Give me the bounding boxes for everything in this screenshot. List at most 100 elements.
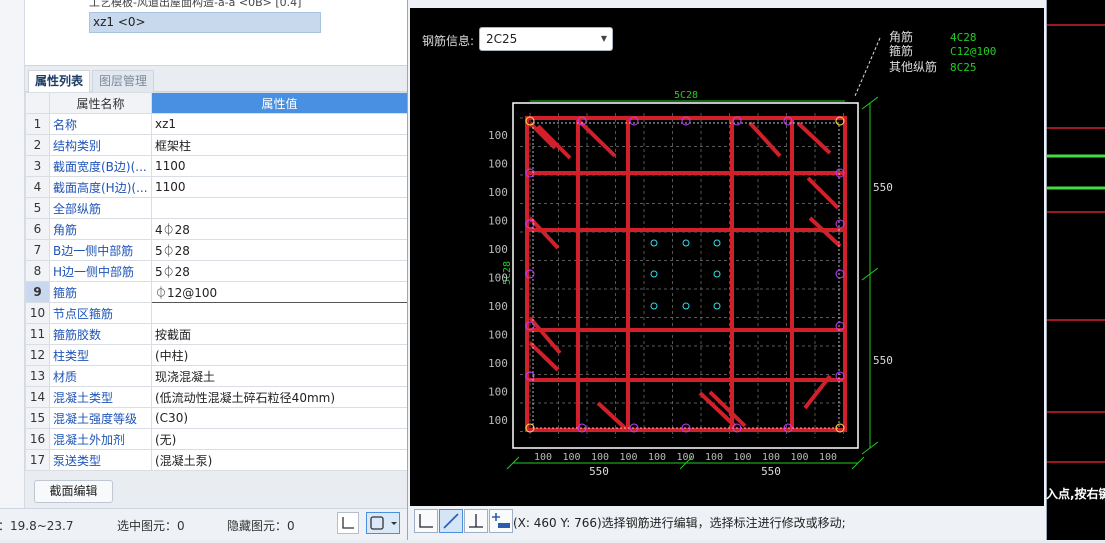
property-value[interactable]: (混凝土泵)	[151, 449, 408, 471]
status-selected-count: 选中图元：0	[117, 519, 185, 533]
row-number: 5	[25, 197, 50, 219]
right-viewport[interactable]	[1047, 0, 1105, 540]
table-row[interactable]: 3 截面宽度(B边)(... 1100	[25, 155, 408, 177]
property-name: B边一侧中部筋	[49, 239, 152, 261]
legend-corner-value: 4C28	[950, 31, 977, 44]
row-number: 7	[25, 239, 50, 261]
table-row[interactable]: 13 材质 现浇混凝土	[25, 365, 408, 387]
property-name: 节点区箍筋	[49, 302, 152, 324]
tick-label-left: 100	[488, 329, 508, 342]
tick-label-bottom: 100	[620, 452, 638, 463]
table-row[interactable]: 12 柱类型 (中柱)	[25, 344, 408, 366]
row-number: 3	[25, 155, 50, 177]
table-row[interactable]: 4 截面高度(H边)(... 1100	[25, 176, 408, 198]
tick-label-bottom: 100	[791, 452, 809, 463]
property-value[interactable]: (中柱)	[151, 344, 408, 366]
line-tool-icon[interactable]	[439, 509, 463, 533]
row-number: 14	[25, 386, 50, 408]
status-range: 层高：19.8~23.7	[0, 519, 74, 533]
ortho-tool-icon[interactable]	[414, 509, 438, 533]
table-row[interactable]: 10 节点区箍筋	[25, 302, 408, 324]
property-value[interactable]: 1100	[151, 155, 408, 177]
property-name: 箍筋	[49, 281, 152, 303]
leader-line	[854, 37, 881, 97]
center-rebar-dot	[713, 270, 721, 278]
row-number: 10	[25, 302, 50, 324]
property-name: 结构类别	[49, 134, 152, 156]
table-row[interactable]: 1 名称 xz1	[25, 113, 408, 135]
tick-label-left: 100	[488, 186, 508, 199]
right-hint: 入点,按右键	[1046, 487, 1105, 501]
property-value[interactable]: 5⏀28	[151, 239, 408, 261]
tick-label-left: 100	[488, 414, 508, 427]
property-table: 属性名称 属性值 1 名称 xz1 2 结构类别 框架柱 3 截面宽度(B边)(... 1100…	[25, 92, 408, 471]
property-name: 全部纵筋	[49, 197, 152, 219]
property-name: 截面高度(H边)(...	[49, 176, 152, 198]
tick-label-left: 100	[488, 357, 508, 370]
tree-item[interactable]: 工艺模板-风道出屋面构造-a-a <0B> [0.4]	[89, 0, 301, 10]
tab-property-list[interactable]: 属性列表	[28, 70, 91, 92]
tab-layer-management[interactable]: 图层管理	[92, 70, 155, 92]
property-value[interactable]: 现浇混凝土	[151, 365, 408, 387]
property-name: 混凝土类型	[49, 386, 152, 408]
table-row[interactable]: 14 混凝土类型 (低流动性混凝土碎石粒径40mm)	[25, 386, 408, 408]
column-section-drawing[interactable]: 角筋 4C28 箍筋 C12@100 其他纵筋 8C25 5C28 5C28 5…	[410, 8, 1044, 506]
legend-stirrup-label: 箍筋	[889, 43, 913, 58]
layer-tree: 工艺模板-风道出屋面构造-a-a <0B> [0.4] xz1 <0>	[25, 0, 407, 66]
table-row[interactable]: 17 泵送类型 (混凝土泵)	[25, 449, 408, 471]
property-value[interactable]: 1100	[151, 176, 408, 198]
stirrup-hook	[748, 121, 782, 158]
table-row[interactable]: 9 箍筋 ⏀12@100	[25, 281, 408, 303]
row-number: 12	[25, 344, 50, 366]
column-header-value: 属性值	[151, 92, 408, 114]
ortho-icon[interactable]	[337, 512, 359, 534]
section-canvas[interactable]: 钢筋信息: 2C25 ▼ 角筋 4C28 箍筋 C12@100 其他纵筋 8C2…	[410, 8, 1044, 506]
property-value[interactable]	[151, 302, 408, 324]
column-header-name: 属性名称	[49, 92, 152, 114]
table-row[interactable]: 15 混凝土强度等级 (C30)	[25, 407, 408, 429]
row-number: 4	[25, 176, 50, 198]
tick-label-bottom: 100	[762, 452, 780, 463]
table-row[interactable]: 6 角筋 4⏀28	[25, 218, 408, 240]
property-value[interactable]: (无)	[151, 428, 408, 450]
tick-label-left: 100	[488, 215, 508, 228]
row-number: 17	[25, 449, 50, 471]
add-dimension-icon[interactable]	[489, 509, 513, 533]
perpendicular-tool-icon[interactable]	[464, 509, 488, 533]
center-rebar-dot	[650, 302, 658, 310]
property-value[interactable]: 5⏀28	[151, 260, 408, 282]
table-row[interactable]: 16 混凝土外加剂 (无)	[25, 428, 408, 450]
property-value[interactable]: (低流动性混凝土碎石粒径40mm)	[151, 386, 408, 408]
section-edit-button[interactable]: 截面编辑	[34, 480, 113, 503]
legend-stirrup-value: C12@100	[950, 45, 996, 58]
legend-other-value: 8C25	[950, 61, 977, 74]
tick-label-bottom: 100	[534, 452, 552, 463]
dialog-toolbar: (X: 460 Y: 766)选择钢筋进行编辑，选择标注进行修改或移动;	[410, 506, 1044, 536]
center-rebar-dot	[650, 270, 658, 278]
stirrup-hook	[796, 121, 832, 155]
table-row[interactable]: 2 结构类别 框架柱	[25, 134, 408, 156]
select-mode-dropdown[interactable]	[366, 512, 400, 534]
property-name: 混凝土强度等级	[49, 407, 152, 429]
tick-label-left: 100	[488, 129, 508, 142]
table-row[interactable]: 11 箍筋胶数 按截面	[25, 323, 408, 345]
property-value[interactable]: 框架柱	[151, 134, 408, 156]
property-value[interactable]: 4⏀28	[151, 218, 408, 240]
center-rebar-dot	[682, 239, 690, 247]
stirrup-hook	[576, 118, 617, 158]
table-row[interactable]: 8 H边一侧中部筋 5⏀28	[25, 260, 408, 282]
table-row[interactable]: 5 全部纵筋	[25, 197, 408, 219]
property-value[interactable]	[151, 197, 408, 219]
dim-right-2: 550	[873, 354, 893, 367]
center-rebar-dot	[682, 302, 690, 310]
dim-right-1: 550	[873, 181, 893, 194]
row-number: 15	[25, 407, 50, 429]
property-value[interactable]: ⏀12@100	[151, 281, 408, 303]
tree-item-selected[interactable]: xz1 <0>	[89, 12, 321, 33]
property-value[interactable]: xz1	[151, 113, 408, 135]
property-value[interactable]: 按截面	[151, 323, 408, 345]
property-value[interactable]: (C30)	[151, 407, 408, 429]
rebar-dot	[835, 219, 845, 229]
table-row[interactable]: 7 B边一侧中部筋 5⏀28	[25, 239, 408, 261]
row-number: 9	[25, 281, 50, 303]
